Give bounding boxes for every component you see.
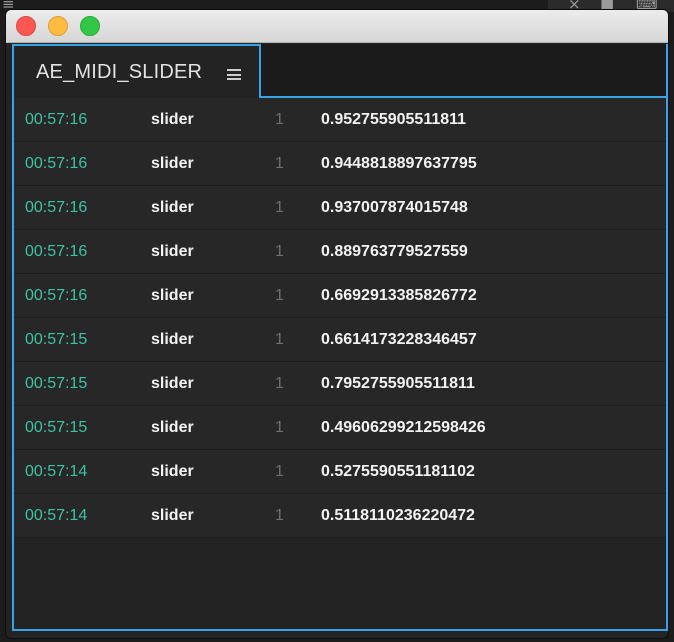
message-channel: 1 xyxy=(275,507,284,524)
list-item[interactable]: 00:57:14 slider 1 0.5275590551181102 xyxy=(14,450,666,494)
message-channel: 1 xyxy=(275,155,284,172)
message-control-name: slider xyxy=(151,155,194,172)
message-timestamp: 00:57:15 xyxy=(25,375,88,392)
midi-panel: AE_MIDI_SLIDER 00:57:16 slider 1 0.95275590… xyxy=(12,44,668,631)
message-timestamp: 00:57:14 xyxy=(25,507,88,524)
message-timestamp: 00:57:16 xyxy=(25,111,88,128)
message-timestamp: 00:57:15 xyxy=(25,419,88,436)
message-value: 0.952755905511811 xyxy=(321,111,467,128)
message-value: 0.9448818897637795 xyxy=(321,155,477,172)
close-window-button[interactable] xyxy=(16,16,36,36)
tab-ae-midi-slider[interactable]: AE_MIDI_SLIDER xyxy=(14,44,261,98)
message-control-name: slider xyxy=(151,287,194,304)
list-item[interactable]: 00:57:16 slider 1 0.9448818897637795 xyxy=(14,142,666,186)
list-item[interactable]: 00:57:15 slider 1 0.7952755905511811 xyxy=(14,362,666,406)
message-control-name: slider xyxy=(151,507,194,524)
list-item[interactable]: 00:57:16 slider 1 0.6692913385826772 xyxy=(14,274,666,318)
message-timestamp: 00:57:14 xyxy=(25,463,88,480)
message-channel: 1 xyxy=(275,331,284,348)
message-channel: 1 xyxy=(275,287,284,304)
message-control-name: slider xyxy=(151,375,194,392)
midi-message-list[interactable]: 00:57:16 slider 1 0.952755905511811 00:57:16… xyxy=(14,98,666,538)
list-item[interactable]: 00:57:15 slider 1 0.49606299212598426 xyxy=(14,406,666,450)
message-control-name: slider xyxy=(151,463,194,480)
list-item[interactable]: 00:57:15 slider 1 0.6614173228346457 xyxy=(14,318,666,362)
message-timestamp: 00:57:16 xyxy=(25,199,88,216)
list-item[interactable]: 00:57:16 slider 1 0.937007874015748 xyxy=(14,186,666,230)
message-timestamp: 00:57:16 xyxy=(25,155,88,172)
message-timestamp: 00:57:16 xyxy=(25,287,88,304)
tab-label: AE_MIDI_SLIDER xyxy=(36,61,203,83)
plugin-window: AE_MIDI_SLIDER 00:57:16 slider 1 0.95275590… xyxy=(6,10,668,638)
message-channel: 1 xyxy=(275,111,284,128)
message-channel: 1 xyxy=(275,199,284,216)
window-titlebar[interactable] xyxy=(6,10,668,43)
list-item[interactable]: 00:57:14 slider 1 0.5118110236220472 xyxy=(14,494,666,538)
message-timestamp: 00:57:16 xyxy=(25,243,88,260)
message-control-name: slider xyxy=(151,243,194,260)
message-value: 0.6692913385826772 xyxy=(321,287,477,304)
message-value: 0.49606299212598426 xyxy=(321,419,486,436)
panel-tab-bar: AE_MIDI_SLIDER xyxy=(14,44,666,98)
message-value: 0.6614173228346457 xyxy=(321,331,477,348)
message-control-name: slider xyxy=(151,111,194,128)
message-control-name: slider xyxy=(151,199,194,216)
list-item[interactable]: 00:57:16 slider 1 0.952755905511811 xyxy=(14,98,666,142)
message-channel: 1 xyxy=(275,375,284,392)
minimize-window-button[interactable] xyxy=(48,16,68,36)
maximize-window-button[interactable] xyxy=(80,16,100,36)
message-value: 0.5118110236220472 xyxy=(321,507,475,524)
message-value: 0.7952755905511811 xyxy=(321,375,475,392)
list-item[interactable]: 00:57:16 slider 1 0.889763779527559 xyxy=(14,230,666,274)
message-channel: 1 xyxy=(275,419,284,436)
message-timestamp: 00:57:15 xyxy=(25,331,88,348)
message-value: 0.937007874015748 xyxy=(321,199,468,216)
message-control-name: slider xyxy=(151,419,194,436)
message-channel: 1 xyxy=(275,463,284,480)
message-value: 0.5275590551181102 xyxy=(321,463,475,480)
message-channel: 1 xyxy=(275,243,284,260)
message-value: 0.889763779527559 xyxy=(321,243,468,260)
hamburger-menu-icon[interactable] xyxy=(227,69,241,80)
message-control-name: slider xyxy=(151,331,194,348)
